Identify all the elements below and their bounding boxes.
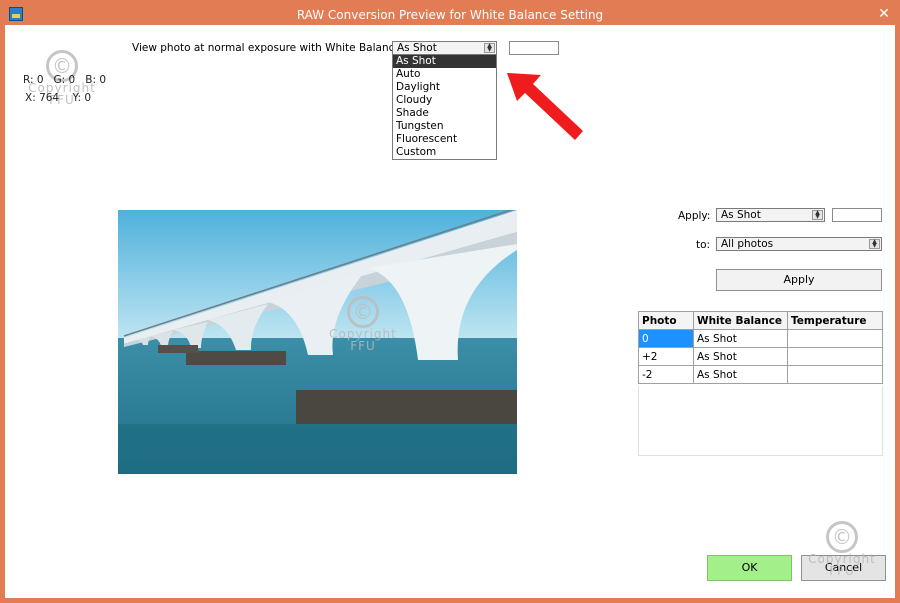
x-coordinate: X: 764 (25, 92, 60, 104)
watermark-bottom-right: © Copyright FFU (802, 521, 882, 577)
watermark-line2: FFU (350, 339, 376, 353)
view-white-balance-label: View photo at normal exposure with White… (132, 42, 405, 54)
option-auto[interactable]: Auto (393, 68, 496, 81)
ok-button[interactable]: OK (707, 555, 792, 581)
title-bar[interactable]: RAW Conversion Preview for White Balance… (5, 5, 895, 25)
option-custom[interactable]: Custom (393, 146, 496, 159)
temperature-cell[interactable] (787, 329, 883, 348)
apply-to-value: All photos (721, 238, 774, 250)
option-tungsten[interactable]: Tungsten (393, 120, 496, 133)
apply-label: Apply: (678, 210, 711, 222)
column-photo[interactable]: Photo (638, 311, 694, 330)
temperature-cell[interactable] (787, 365, 883, 384)
apply-temperature-input[interactable] (832, 208, 882, 222)
white-balance-cell[interactable]: As Shot (693, 329, 788, 348)
red-arrow-icon (507, 73, 583, 140)
white-balance-cell[interactable]: As Shot (693, 365, 788, 384)
apply-white-balance-combo[interactable]: As Shot ▲ ▼ (716, 208, 825, 222)
table-row[interactable]: +2 As Shot (638, 347, 883, 366)
photo-cell[interactable]: +2 (638, 347, 694, 366)
close-icon[interactable]: ✕ (877, 6, 891, 22)
option-shade[interactable]: Shade (393, 107, 496, 120)
view-white-balance-value: As Shot (397, 42, 437, 54)
green-value: G: 0 (53, 74, 76, 86)
temperature-cell[interactable] (787, 347, 883, 366)
photo-cell[interactable]: 0 (638, 329, 694, 348)
watermark-line2: FFU (829, 564, 855, 578)
apply-white-balance-value: As Shot (721, 209, 761, 221)
table-header-row: Photo White Balance Temperature (638, 311, 883, 330)
photo-cell[interactable]: -2 (638, 365, 694, 384)
view-temperature-input[interactable] (509, 41, 559, 55)
xy-readout: X: 764 Y: 0 (25, 92, 91, 104)
option-as-shot[interactable]: As Shot (393, 55, 496, 68)
blue-value: B: 0 (85, 74, 107, 86)
column-temperature[interactable]: Temperature (787, 311, 883, 330)
rgb-readout: R: 0 G: 0 B: 0 (23, 74, 106, 86)
table-empty-area (638, 386, 883, 456)
apply-button[interactable]: Apply (716, 269, 882, 291)
copyright-symbol-icon: © (826, 521, 858, 553)
photos-table: Photo White Balance Temperature 0 As Sho… (638, 311, 883, 384)
table-row[interactable]: 0 As Shot (638, 329, 883, 348)
red-value: R: 0 (23, 74, 44, 86)
chevron-updown-icon: ▲ ▼ (869, 239, 880, 249)
y-coordinate: Y: 0 (72, 92, 92, 104)
white-balance-dropdown-list[interactable]: As Shot Auto Daylight Cloudy Shade Tungs… (392, 54, 497, 160)
white-balance-cell[interactable]: As Shot (693, 347, 788, 366)
apply-to-label: to: (696, 239, 711, 251)
window-title: RAW Conversion Preview for White Balance… (296, 8, 604, 22)
table-row[interactable]: -2 As Shot (638, 365, 883, 384)
chevron-updown-icon: ▲ ▼ (812, 210, 823, 220)
copyright-symbol-icon: © (347, 296, 379, 328)
view-white-balance-combo[interactable]: As Shot ▲ ▼ (392, 41, 497, 55)
watermark-center: © Copyright FFU (318, 296, 408, 352)
option-fluorescent[interactable]: Fluorescent (393, 133, 496, 146)
column-white-balance[interactable]: White Balance (693, 311, 788, 330)
dialog-window: RAW Conversion Preview for White Balance… (5, 5, 895, 598)
chevron-updown-icon: ▲ ▼ (484, 43, 495, 53)
apply-to-combo[interactable]: All photos ▲ ▼ (716, 237, 882, 251)
option-cloudy[interactable]: Cloudy (393, 94, 496, 107)
option-daylight[interactable]: Daylight (393, 81, 496, 94)
